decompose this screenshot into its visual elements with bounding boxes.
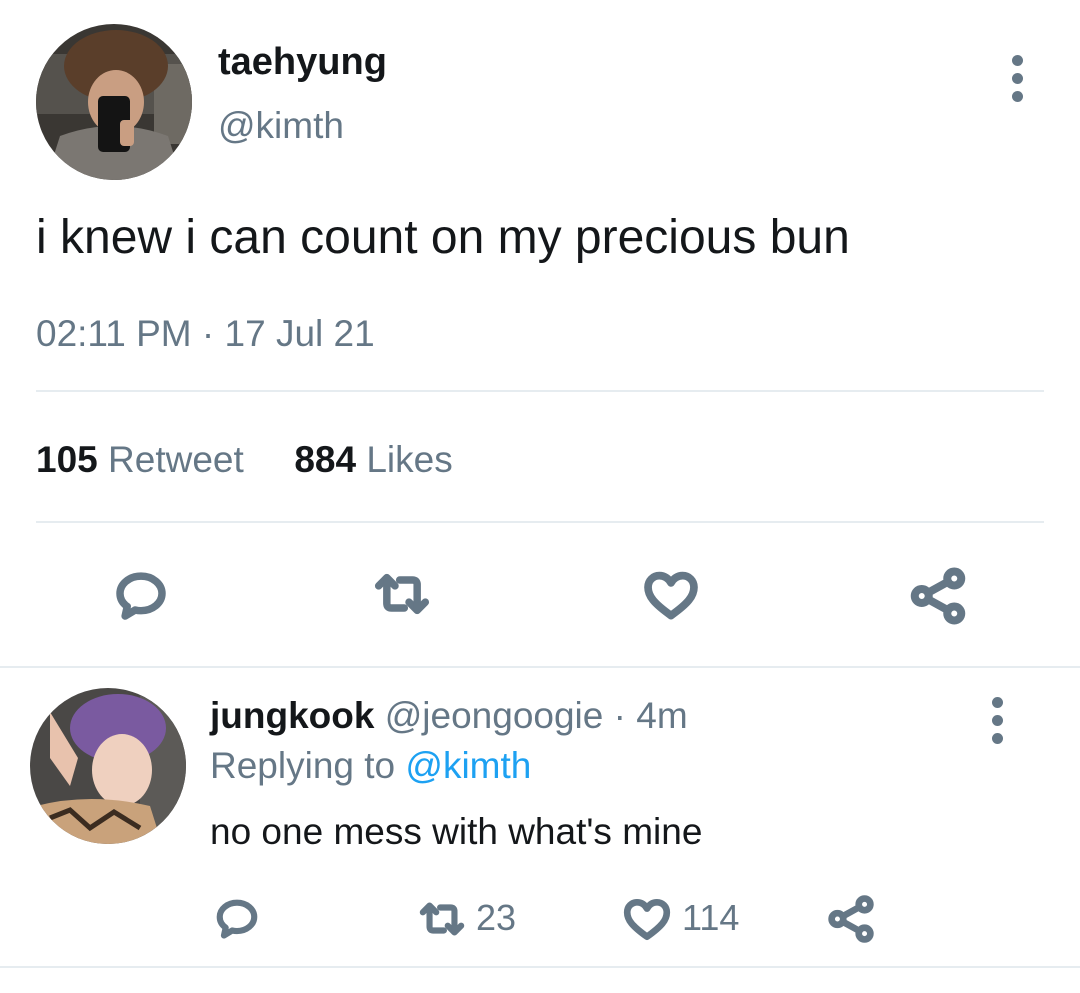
more-vertical-icon[interactable] bbox=[1012, 55, 1024, 109]
author-handle[interactable]: @kimth bbox=[218, 104, 344, 148]
like-count[interactable]: 884 bbox=[294, 439, 356, 480]
replying-to: Replying to @kimth bbox=[210, 744, 531, 788]
reply-text: no one mess with what's mine bbox=[210, 811, 703, 852]
tweet-time: 02:11 PM bbox=[36, 313, 192, 354]
reply-separator: · bbox=[613, 695, 626, 736]
author-name[interactable]: taehyung bbox=[218, 40, 387, 84]
tweet-date: 17 Jul 21 bbox=[224, 313, 375, 354]
reply-author-name[interactable]: jungkook bbox=[210, 695, 374, 736]
reply-icon[interactable] bbox=[214, 896, 260, 942]
author-avatar[interactable] bbox=[36, 24, 192, 180]
tweet-stats: 105 Retweet 884 Likes bbox=[36, 438, 453, 482]
more-vertical-icon[interactable] bbox=[992, 697, 1004, 751]
like-icon[interactable] bbox=[622, 894, 672, 944]
share-icon[interactable] bbox=[826, 894, 876, 944]
reply-like-count[interactable]: 114 bbox=[682, 896, 739, 940]
tweet-text: i knew i can count on my precious bun bbox=[36, 211, 850, 264]
section-divider bbox=[0, 666, 1080, 668]
like-icon[interactable] bbox=[642, 566, 700, 624]
retweet-count[interactable]: 105 bbox=[36, 439, 98, 480]
retweet-icon[interactable] bbox=[414, 896, 470, 942]
share-icon[interactable] bbox=[908, 566, 968, 626]
like-label[interactable]: Likes bbox=[366, 439, 452, 480]
reply-header: jungkook @jeongoogie · 4m bbox=[210, 694, 688, 738]
divider bbox=[36, 390, 1044, 392]
retweet-label[interactable]: Retweet bbox=[108, 439, 244, 480]
timestamp-separator: · bbox=[201, 313, 215, 354]
reply-retweet-count[interactable]: 23 bbox=[476, 896, 516, 940]
tweet-timestamp: 02:11 PM · 17 Jul 21 bbox=[36, 312, 375, 356]
retweet-icon[interactable] bbox=[370, 566, 434, 622]
bottom-divider bbox=[0, 966, 1080, 968]
divider bbox=[36, 521, 1044, 523]
replying-to-handle[interactable]: @kimth bbox=[405, 745, 531, 786]
reply-time: 4m bbox=[636, 695, 688, 736]
replying-to-label: Replying to bbox=[210, 745, 396, 786]
reply-author-avatar[interactable] bbox=[30, 688, 186, 844]
reply-author-handle[interactable]: @jeongoogie bbox=[385, 695, 604, 736]
reply-icon[interactable] bbox=[113, 568, 169, 624]
